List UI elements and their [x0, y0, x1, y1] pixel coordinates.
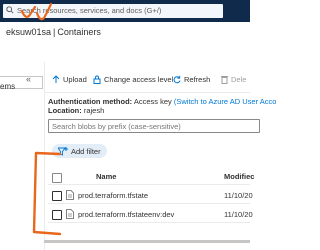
header-divider [48, 184, 250, 185]
upload-button[interactable]: Upload [52, 75, 87, 84]
sidebar-item-label[interactable]: ems [0, 82, 15, 91]
blob-search-box[interactable] [48, 119, 260, 133]
delete-label: Dele [231, 75, 247, 84]
change-access-level-button[interactable]: Change access level [93, 75, 173, 84]
change-access-level-label: Change access level [104, 75, 174, 84]
global-search-placeholder: Search resources, services, and docs (G+… [17, 6, 162, 15]
refresh-icon [173, 75, 181, 84]
blob-modified: 11/10/20 [224, 191, 253, 200]
switch-auth-link[interactable]: (Switch to Azure AD User Acco [174, 97, 277, 106]
add-filter-button[interactable]: Add filter [52, 144, 107, 158]
auth-method-value: Access key [133, 97, 172, 106]
location-value: rajesh [83, 106, 105, 115]
location-label: Location: [48, 106, 82, 115]
row-divider [48, 203, 250, 204]
row-checkbox[interactable] [52, 191, 62, 201]
upload-label: Upload [63, 75, 87, 84]
storage-account-name: eksuw01sa [6, 27, 52, 37]
refresh-button[interactable]: Refresh [173, 75, 210, 84]
lock-icon [93, 75, 101, 84]
select-all-checkbox[interactable] [52, 173, 62, 183]
column-header-modified[interactable]: Modifiec [224, 172, 254, 181]
location-line: Location: rajesh [48, 106, 104, 115]
refresh-label: Refresh [184, 75, 211, 84]
blob-search-input[interactable] [49, 120, 252, 132]
row-divider [48, 222, 250, 223]
row-checkbox[interactable] [52, 210, 62, 220]
global-search-box[interactable]: Search resources, services, and docs (G+… [3, 4, 223, 18]
add-filter-label: Add filter [71, 146, 101, 156]
add-filter-icon [58, 146, 68, 156]
upload-icon [52, 75, 60, 83]
search-icon [6, 6, 14, 14]
delete-button[interactable]: Dele [221, 75, 246, 84]
blob-modified: 11/10/20 [224, 210, 253, 219]
title-separator: | [53, 27, 56, 37]
collapse-sidebar-button[interactable]: « [26, 74, 31, 84]
column-header-name[interactable]: Name [96, 172, 116, 181]
section-name: Containers [57, 27, 101, 37]
blob-name-link[interactable]: prod.terraform.tfstate [78, 191, 148, 200]
file-icon [66, 190, 74, 200]
horizontal-scrollbar[interactable] [44, 240, 250, 243]
delete-icon [221, 76, 228, 84]
file-icon [66, 209, 74, 219]
auth-method-label: Authentication method: [48, 97, 133, 106]
toolbar-divider [44, 92, 250, 93]
page-title: eksuw01sa | Containers [6, 27, 101, 37]
auth-method-line: Authentication method: Access key (Switc… [48, 97, 276, 106]
blob-name-link[interactable]: prod.terraform.tfstateenv:dev [78, 210, 174, 219]
